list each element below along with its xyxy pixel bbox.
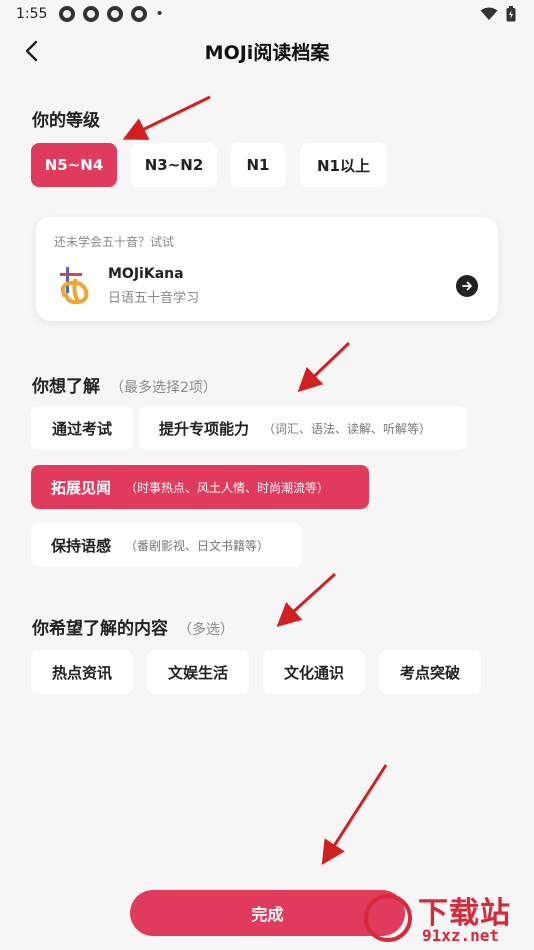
annotation-arrow bbox=[297, 341, 351, 393]
level-option-n3-n2[interactable]: N3~N2 bbox=[131, 143, 217, 187]
goals-hint: （最多选择2项） bbox=[110, 380, 217, 396]
goal-option-sub: （番剧影视、日文书籍等） bbox=[125, 538, 270, 553]
goal-option-exam[interactable]: 通过考试 bbox=[31, 406, 133, 450]
level-title: 你的等级 bbox=[32, 111, 100, 131]
notification-icon bbox=[59, 6, 76, 22]
watermark-url: 91xz.net bbox=[422, 926, 500, 945]
watermark-logo-icon bbox=[364, 894, 412, 942]
content-option-entertainment[interactable]: 文娱生活 bbox=[147, 650, 249, 694]
goal-option-label: 拓展见闻 bbox=[51, 478, 112, 497]
content-hint: （多选） bbox=[178, 622, 234, 638]
annotation-arrow bbox=[321, 764, 388, 866]
annotation-arrow bbox=[122, 95, 211, 140]
status-bar: 1:55 • bbox=[0, 0, 534, 28]
more-notifications-dot: • bbox=[155, 6, 164, 22]
notification-icon bbox=[131, 6, 148, 22]
goal-option-sub: （词汇、语法、读解、听解等） bbox=[263, 421, 432, 436]
goal-option-skills[interactable]: 提升专项能力 （词汇、语法、读解、听解等） bbox=[139, 406, 467, 450]
content-option-news[interactable]: 热点资讯 bbox=[31, 650, 133, 694]
mojikana-logo-icon bbox=[60, 267, 89, 305]
page-title: MOJi阅读档案 bbox=[204, 42, 330, 64]
notification-icons: • bbox=[59, 6, 164, 22]
kana-app-description: 日语五十音学习 bbox=[108, 291, 200, 306]
goal-option-language-sense[interactable]: 保持语感 （番剧影视、日文书籍等） bbox=[31, 523, 302, 567]
mojikana-promo-card[interactable]: 还未学会五十音？试试 MOJiKana 日语五十音学习 bbox=[36, 217, 498, 321]
goal-option-sub: （时事热点、风土人情、时尚潮流等） bbox=[125, 480, 330, 495]
goals-title: 你想了解 bbox=[32, 377, 100, 397]
content-title: 你希望了解的内容 bbox=[32, 619, 168, 639]
kana-prompt: 还未学会五十音？试试 bbox=[54, 235, 175, 249]
header: MOJi阅读档案 bbox=[0, 30, 534, 72]
status-time: 1:55 bbox=[16, 6, 48, 22]
status-right bbox=[480, 6, 516, 22]
content-option-label: 考点突破 bbox=[399, 663, 460, 682]
goal-option-label: 提升专项能力 bbox=[159, 419, 250, 438]
content-option-label: 热点资讯 bbox=[51, 663, 112, 682]
wifi-icon bbox=[480, 7, 498, 20]
level-option-n1[interactable]: N1 bbox=[230, 143, 286, 187]
level-option-label: N3~N2 bbox=[144, 156, 204, 174]
watermark: 下载站 91xz.net bbox=[362, 888, 534, 950]
arrow-right-icon[interactable] bbox=[456, 275, 478, 297]
battery-icon bbox=[506, 6, 516, 22]
level-option-n5-n4[interactable]: N5~N4 bbox=[31, 143, 117, 187]
notification-icon bbox=[107, 6, 124, 22]
goal-option-label: 通过考试 bbox=[51, 419, 112, 438]
level-option-label: N5~N4 bbox=[44, 156, 104, 174]
kana-app-name: MOJiKana bbox=[108, 266, 184, 282]
done-button-label: 完成 bbox=[251, 905, 284, 924]
goal-option-label: 保持语感 bbox=[51, 536, 112, 555]
goals-section-title: 你想了解 （最多选择2项） bbox=[32, 372, 217, 397]
content-option-exam-points[interactable]: 考点突破 bbox=[379, 650, 481, 694]
content-section-title: 你希望了解的内容 （多选） bbox=[32, 614, 234, 639]
annotation-arrow bbox=[276, 572, 337, 628]
level-option-n1-above[interactable]: N1以上 bbox=[300, 143, 387, 187]
notification-icon bbox=[83, 6, 100, 22]
content-option-label: 文娱生活 bbox=[167, 663, 228, 682]
level-option-label: N1以上 bbox=[317, 156, 370, 175]
goal-option-broaden[interactable]: 拓展见闻 （时事热点、风土人情、时尚潮流等） bbox=[31, 465, 369, 509]
level-option-label: N1 bbox=[246, 156, 270, 174]
level-section-title: 你的等级 bbox=[32, 106, 100, 131]
content-option-culture[interactable]: 文化通识 bbox=[263, 650, 365, 694]
content-option-label: 文化通识 bbox=[283, 663, 344, 682]
